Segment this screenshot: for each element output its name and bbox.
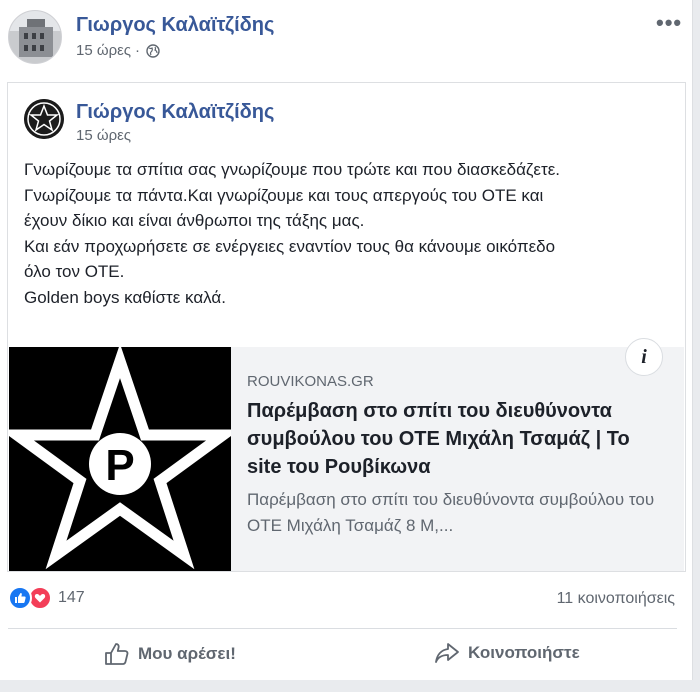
info-icon[interactable]: i: [625, 338, 663, 376]
post-time[interactable]: 15 ώρες: [76, 42, 131, 59]
divider: [8, 628, 677, 629]
logo-letter: P: [105, 441, 134, 490]
author-name[interactable]: Γιωργος Καλαϊτζίδης: [76, 14, 274, 37]
like-label: Μου αρέσει!: [138, 644, 236, 663]
meta-separator: ·: [135, 42, 141, 59]
link-title[interactable]: Παρέμβαση στο σπίτι του διευθύνοντα συμβ…: [247, 397, 667, 481]
share-arrow-icon: [435, 643, 459, 663]
share-label: Κοινοποιήστε: [468, 643, 580, 662]
text-line: όλο τον ΟΤΕ.: [24, 262, 125, 281]
shared-author-name[interactable]: Γιώργος Καλαϊτζίδης: [76, 101, 274, 124]
star-logo-icon: P: [0, 343, 240, 571]
shared-author-avatar[interactable]: [24, 99, 64, 139]
text-line: έχουν δίκιο και είναι άνθρωποι της τάξης…: [24, 211, 365, 230]
shares-count[interactable]: 11 κοινοποιήσεις: [557, 590, 675, 608]
link-preview-image[interactable]: P: [0, 343, 240, 571]
text-line: Και εάν προχωρήσετε σε ενέργειες εναντίο…: [24, 236, 556, 256]
thumbs-up-icon: [8, 586, 32, 610]
text-line: Golden boys καθίστε καλά.: [24, 287, 226, 307]
post-card: Γιωργος Καλαϊτζίδης 15 ώρες · ••• Γιώργο…: [0, 0, 693, 692]
post-meta: 15 ώρες ·: [76, 42, 160, 59]
reactions-summary[interactable]: 147: [8, 586, 85, 610]
like-button[interactable]: Μου αρέσει!: [104, 642, 236, 666]
shared-post-text: Γνωρίζουμε τα σπίτια σας γνωρίζουμε που …: [24, 157, 674, 310]
shared-post: Γιώργος Καλαϊτζίδης 15 ώρες Γνωρίζουμε τ…: [0, 82, 686, 572]
link-preview-body[interactable]: ROUVIKONAS.GR Παρέμβαση στο σπίτι του δι…: [231, 347, 684, 571]
share-button[interactable]: Κοινοποιήστε: [434, 642, 580, 664]
author-avatar[interactable]: [8, 10, 62, 64]
shared-post-time[interactable]: 15 ώρες: [76, 127, 131, 144]
link-domain: ROUVIKONAS.GR: [247, 373, 374, 390]
link-description: Παρέμβαση στο σπίτι του διευθύνοντα συμβ…: [247, 490, 655, 535]
text-line: Γνωρίζουμε τα πάντα.Και γνωρίζουμε και τ…: [24, 185, 544, 205]
text-line: Γνωρίζουμε τα σπίτια σας γνωρίζουμε που …: [24, 160, 561, 179]
globe-icon: [146, 43, 160, 58]
reaction-count: 147: [58, 589, 85, 606]
page-background-strip: [0, 680, 700, 692]
more-options-icon[interactable]: •••: [656, 10, 682, 36]
thumbs-up-icon: [105, 643, 129, 665]
